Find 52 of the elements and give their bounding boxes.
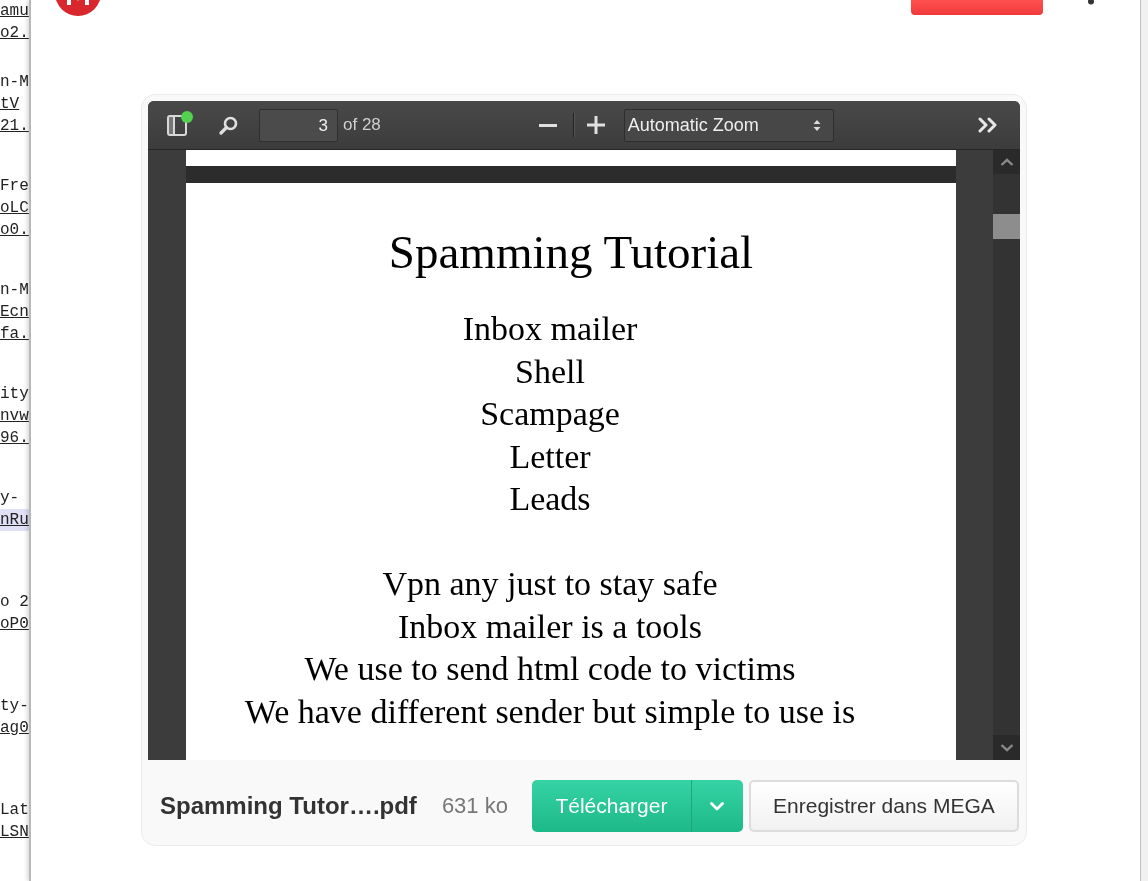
listing-text: ty- bbox=[0, 696, 29, 717]
listing-link[interactable]: 21. bbox=[0, 115, 29, 137]
listing-link[interactable]: nvw bbox=[0, 405, 29, 427]
logo-icon[interactable] bbox=[55, 0, 101, 16]
pdf-text-line: Scampage bbox=[480, 394, 620, 434]
page-number-field[interactable]: 3 bbox=[259, 108, 338, 142]
chevron-down-icon bbox=[710, 801, 725, 811]
listing-text: n-M bbox=[0, 280, 29, 301]
listing-text: Lat bbox=[0, 800, 29, 821]
file-size: 631 ko bbox=[441, 793, 508, 819]
listing-text: ity bbox=[0, 384, 29, 405]
listing-link[interactable]: oLC bbox=[0, 197, 29, 219]
scrollbar-thumb[interactable] bbox=[993, 214, 1020, 239]
search-icon[interactable] bbox=[219, 115, 238, 135]
listing-text: o 2 bbox=[0, 592, 29, 613]
listing-link[interactable]: ag0 bbox=[0, 717, 29, 739]
more-menu-icon[interactable] bbox=[1088, 0, 1094, 5]
scroll-up-button[interactable] bbox=[993, 149, 1020, 174]
pdf-text-line: Inbox mailer is a tools bbox=[397, 606, 703, 647]
chevron-down-icon bbox=[999, 743, 1014, 752]
notification-dot-icon bbox=[181, 110, 193, 123]
scroll-down-button[interactable] bbox=[993, 735, 1020, 760]
listing-link[interactable]: fa. bbox=[0, 323, 29, 345]
listing-link[interactable]: o0. bbox=[0, 219, 29, 241]
zoom-select[interactable]: Automatic Zoom bbox=[623, 108, 834, 142]
listing-link[interactable]: nRu bbox=[0, 509, 29, 531]
updown-arrows-icon bbox=[812, 118, 821, 132]
pdf-text-line: Shell bbox=[515, 351, 585, 392]
listing-link[interactable]: LSN bbox=[0, 821, 29, 843]
listing-text: y- bbox=[0, 488, 20, 509]
pdf-text-line: Leads bbox=[509, 479, 591, 519]
pdf-text-line: Inbox mailer bbox=[462, 309, 638, 349]
listing-link[interactable]: Ecn bbox=[0, 301, 29, 323]
listing-link[interactable]: o2. bbox=[0, 22, 29, 44]
page-count-label: of 28 bbox=[343, 115, 381, 135]
pdf-text-line: Letter bbox=[509, 436, 591, 477]
file-name: Spamming Tutor….pdf bbox=[160, 792, 417, 820]
pdf-title: Spamming Tutorial bbox=[388, 225, 754, 279]
zoom-in-icon[interactable] bbox=[586, 116, 605, 134]
pdf-text-line: We have different sender but simple to use is bbox=[244, 691, 856, 732]
listing-link[interactable]: 96. bbox=[0, 427, 29, 449]
zoom-out-icon[interactable] bbox=[538, 123, 557, 127]
listing-text: Fre bbox=[0, 176, 29, 197]
pdf-text-line: We use to send html code to victims bbox=[304, 649, 796, 689]
save-button[interactable]: Enregistrer dans MEGA bbox=[748, 780, 1019, 832]
listing-link[interactable]: amu bbox=[0, 0, 29, 22]
chevron-up-icon bbox=[999, 157, 1014, 166]
listing-text: n-M bbox=[0, 72, 29, 93]
listing-link[interactable]: oP0 bbox=[0, 613, 29, 635]
sidebar-toggle-icon[interactable] bbox=[167, 114, 187, 136]
pdf-text-line: Vpn any just to stay safe bbox=[382, 564, 718, 604]
listing-link[interactable]: tV bbox=[0, 93, 20, 115]
